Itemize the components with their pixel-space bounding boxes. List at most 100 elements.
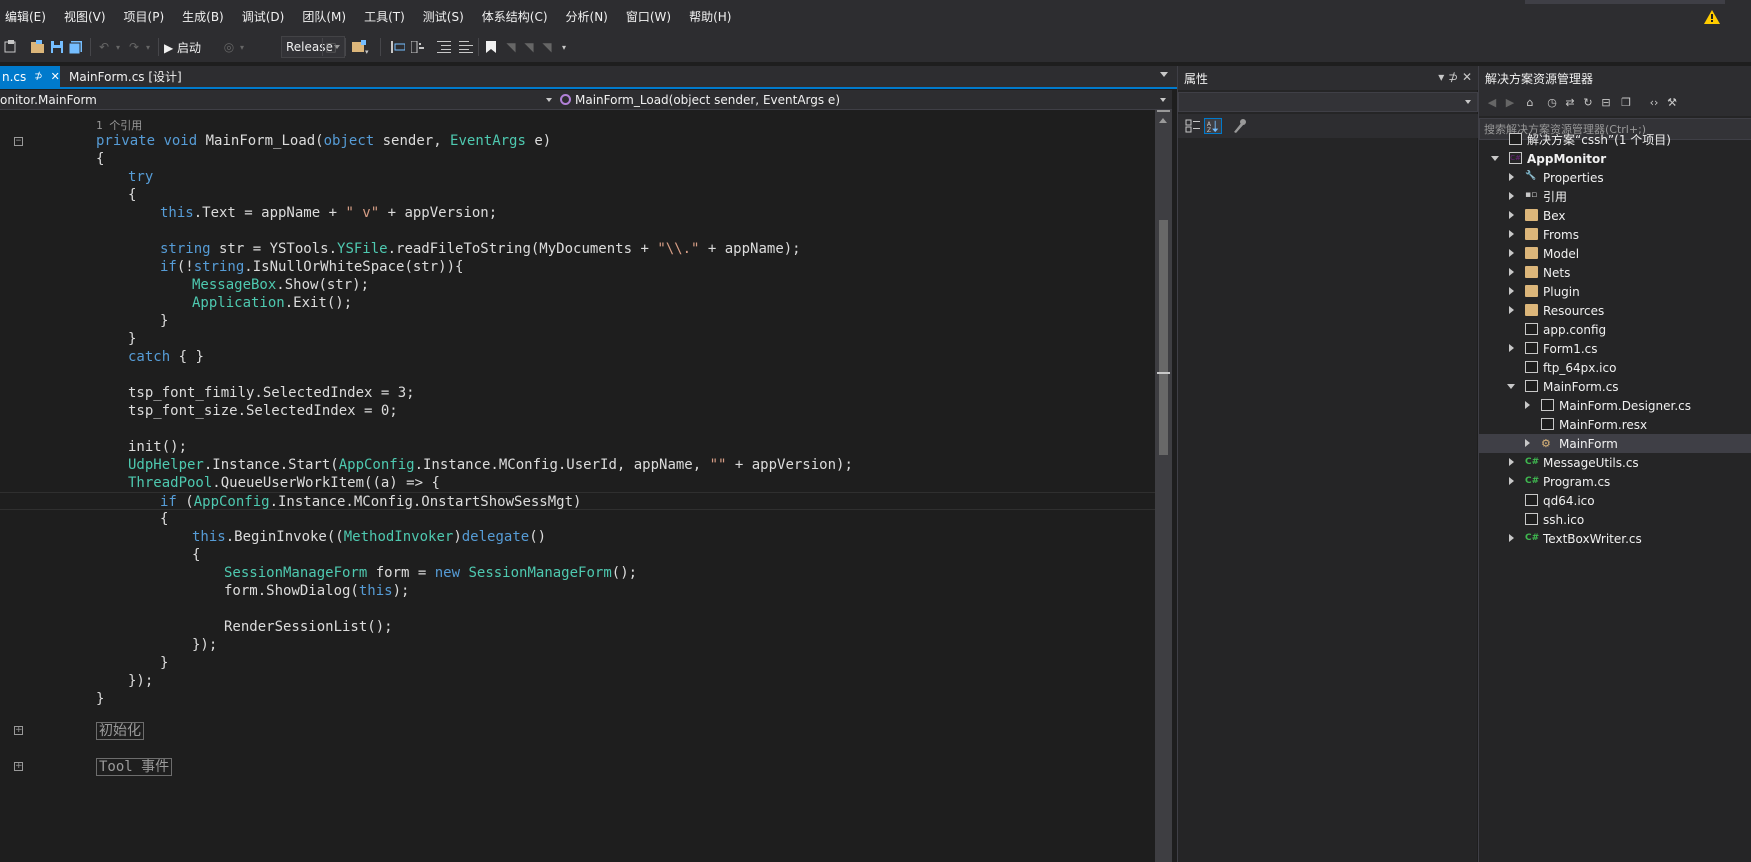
tree-item[interactable]: Form1.cs (1479, 339, 1751, 358)
tree-item[interactable]: ▪▫ 引用 (1479, 187, 1751, 206)
decrease-indent-icon[interactable] (436, 39, 452, 55)
collapse-all-icon[interactable]: ⊟ (1599, 96, 1613, 110)
sync-icon[interactable]: ⇄ (1563, 96, 1577, 110)
menu-item[interactable]: 体系结构(C) (473, 8, 557, 25)
tree-item[interactable]: C# AppMonitor (1479, 149, 1751, 168)
forward-icon[interactable]: ▶ (1503, 96, 1517, 110)
code-editor[interactable]: − private void MainForm_Load(object sende… (0, 110, 1155, 862)
view-code-icon[interactable]: ‹› (1647, 96, 1661, 110)
menu-item[interactable]: 调试(D) (233, 8, 294, 25)
clear-bookmarks-icon[interactable]: ◥ (540, 39, 554, 55)
tree-item[interactable]: Model (1479, 244, 1751, 263)
pin-icon[interactable]: ⊅ (34, 71, 42, 82)
expand-arrow-closed-icon[interactable] (1509, 173, 1514, 181)
bookmark-icon[interactable] (410, 39, 426, 55)
code-line[interactable]: MessageBox.Show(str); (0, 276, 1155, 294)
code-line[interactable]: } (0, 312, 1155, 330)
prev-bookmark-icon[interactable]: ◥ (504, 39, 518, 55)
code-line[interactable]: string str = YSTools.YSFile.readFileToSt… (0, 240, 1155, 258)
expand-arrow-closed-icon[interactable] (1509, 287, 1514, 295)
fold-toggle-icon[interactable]: + (14, 762, 23, 771)
alphabetical-icon[interactable]: A Z (1204, 118, 1222, 134)
code-line[interactable] (0, 222, 1155, 240)
collapsed-region[interactable]: 初始化 (96, 722, 144, 740)
tree-item[interactable]: Bex (1479, 206, 1751, 225)
tree-item[interactable]: C# Program.cs (1479, 472, 1751, 491)
menu-item[interactable]: 视图(V) (55, 8, 115, 25)
menu-item[interactable]: 编辑(E) (0, 8, 55, 25)
next-bookmark-icon[interactable]: ◥ (522, 39, 536, 55)
increase-indent-icon[interactable] (458, 39, 474, 55)
platform-icon[interactable]: □ (324, 39, 338, 55)
fold-toggle-icon[interactable]: − (14, 137, 23, 146)
splitter-handle[interactable] (1157, 110, 1170, 112)
warning-icon[interactable] (1704, 10, 1720, 24)
expand-arrow-closed-icon[interactable] (1525, 401, 1530, 409)
toolbar-options-icon[interactable]: ▾ (558, 39, 570, 55)
code-line[interactable]: RenderSessionList(); (0, 618, 1155, 636)
tree-item[interactable]: C# TextBoxWriter.cs (1479, 529, 1751, 548)
categorized-icon[interactable] (1184, 118, 1202, 134)
tree-item[interactable]: Plugin (1479, 282, 1751, 301)
code-line[interactable]: { (0, 546, 1155, 564)
close-icon[interactable]: ✕ (51, 70, 60, 83)
tree-item[interactable]: MainForm.resx (1479, 415, 1751, 434)
tree-item[interactable]: 🔧 Properties (1479, 168, 1751, 187)
expand-arrow-closed-icon[interactable] (1525, 439, 1530, 447)
tree-item[interactable]: ⚙ MainForm (1479, 434, 1751, 453)
code-line[interactable]: { (0, 150, 1155, 168)
codelens-references[interactable]: 1 个引用 (96, 117, 142, 135)
tree-item[interactable]: MainForm.cs (1479, 377, 1751, 396)
code-line[interactable]: { (0, 510, 1155, 528)
refresh-icon[interactable]: ↻ (1581, 96, 1595, 110)
tree-item[interactable]: app.config (1479, 320, 1751, 339)
tree-item[interactable]: MainForm.Designer.cs (1479, 396, 1751, 415)
panel-window-buttons[interactable]: ▾ ⊅ ✕ (1438, 70, 1472, 84)
tree-item[interactable]: qd64.ico (1479, 491, 1751, 510)
code-line[interactable] (0, 366, 1155, 384)
code-line[interactable]: catch { } (0, 348, 1155, 366)
properties-icon[interactable]: ⚒ (1665, 96, 1679, 110)
pending-changes-icon[interactable]: ◷ (1545, 96, 1559, 110)
scroll-up-icon[interactable] (1159, 118, 1167, 123)
expand-arrow-closed-icon[interactable] (1509, 268, 1514, 276)
member-dropdown[interactable]: MainForm_Load(object sender, EventArgs e… (560, 90, 1160, 109)
expand-arrow-open-icon[interactable] (1491, 156, 1499, 161)
expand-arrow-closed-icon[interactable] (1509, 230, 1514, 238)
code-line[interactable]: }); (0, 672, 1155, 690)
tab-mainform-design[interactable]: MainForm.cs [设计] (62, 66, 182, 87)
code-line[interactable]: form.ShowDialog(this); (0, 582, 1155, 600)
navigate-backward-icon[interactable] (390, 39, 406, 55)
code-line[interactable]: if(!string.IsNullOrWhiteSpace(str)){ (0, 258, 1155, 276)
open-file-icon[interactable] (30, 39, 46, 55)
tree-item[interactable]: 解决方案“cssh”(1 个项目) (1479, 130, 1751, 149)
code-line[interactable]: Application.Exit(); (0, 294, 1155, 312)
menu-item[interactable]: 项目(P) (115, 8, 174, 25)
save-all-icon[interactable] (68, 39, 84, 55)
properties-object-select[interactable] (1178, 92, 1478, 112)
expand-arrow-closed-icon[interactable] (1509, 211, 1514, 219)
code-line[interactable]: } (0, 654, 1155, 672)
menu-item[interactable]: 团队(M) (293, 8, 355, 25)
menu-item[interactable]: 帮助(H) (680, 8, 740, 25)
expand-arrow-closed-icon[interactable] (1509, 192, 1514, 200)
editor-vertical-scrollbar[interactable] (1155, 110, 1172, 862)
code-line[interactable]: try (0, 168, 1155, 186)
code-line[interactable]: tsp_font_size.SelectedIndex = 0; (0, 402, 1155, 420)
collapsed-region[interactable]: Tool 事件 (96, 758, 173, 776)
property-pages-icon[interactable] (1230, 118, 1248, 134)
target-icon[interactable]: ◎ (222, 39, 236, 55)
target-dropdown-icon[interactable]: ▾ (238, 39, 246, 55)
type-dropdown[interactable]: onitor.MainForm (0, 90, 553, 109)
expand-arrow-closed-icon[interactable] (1509, 249, 1514, 257)
menu-item[interactable]: 测试(S) (414, 8, 473, 25)
tab-overflow-icon[interactable] (1160, 72, 1168, 77)
expand-arrow-closed-icon[interactable] (1509, 458, 1514, 466)
menu-item[interactable]: 窗口(W) (617, 8, 680, 25)
code-line[interactable]: tsp_font_fimily.SelectedIndex = 3; (0, 384, 1155, 402)
expand-arrow-closed-icon[interactable] (1509, 534, 1514, 542)
redo-dropdown-icon[interactable]: ▾ (144, 39, 152, 55)
code-line[interactable]: SessionManageForm form = new SessionMana… (0, 564, 1155, 582)
new-project-icon[interactable] (2, 39, 20, 55)
code-line[interactable]: } (0, 690, 1155, 708)
